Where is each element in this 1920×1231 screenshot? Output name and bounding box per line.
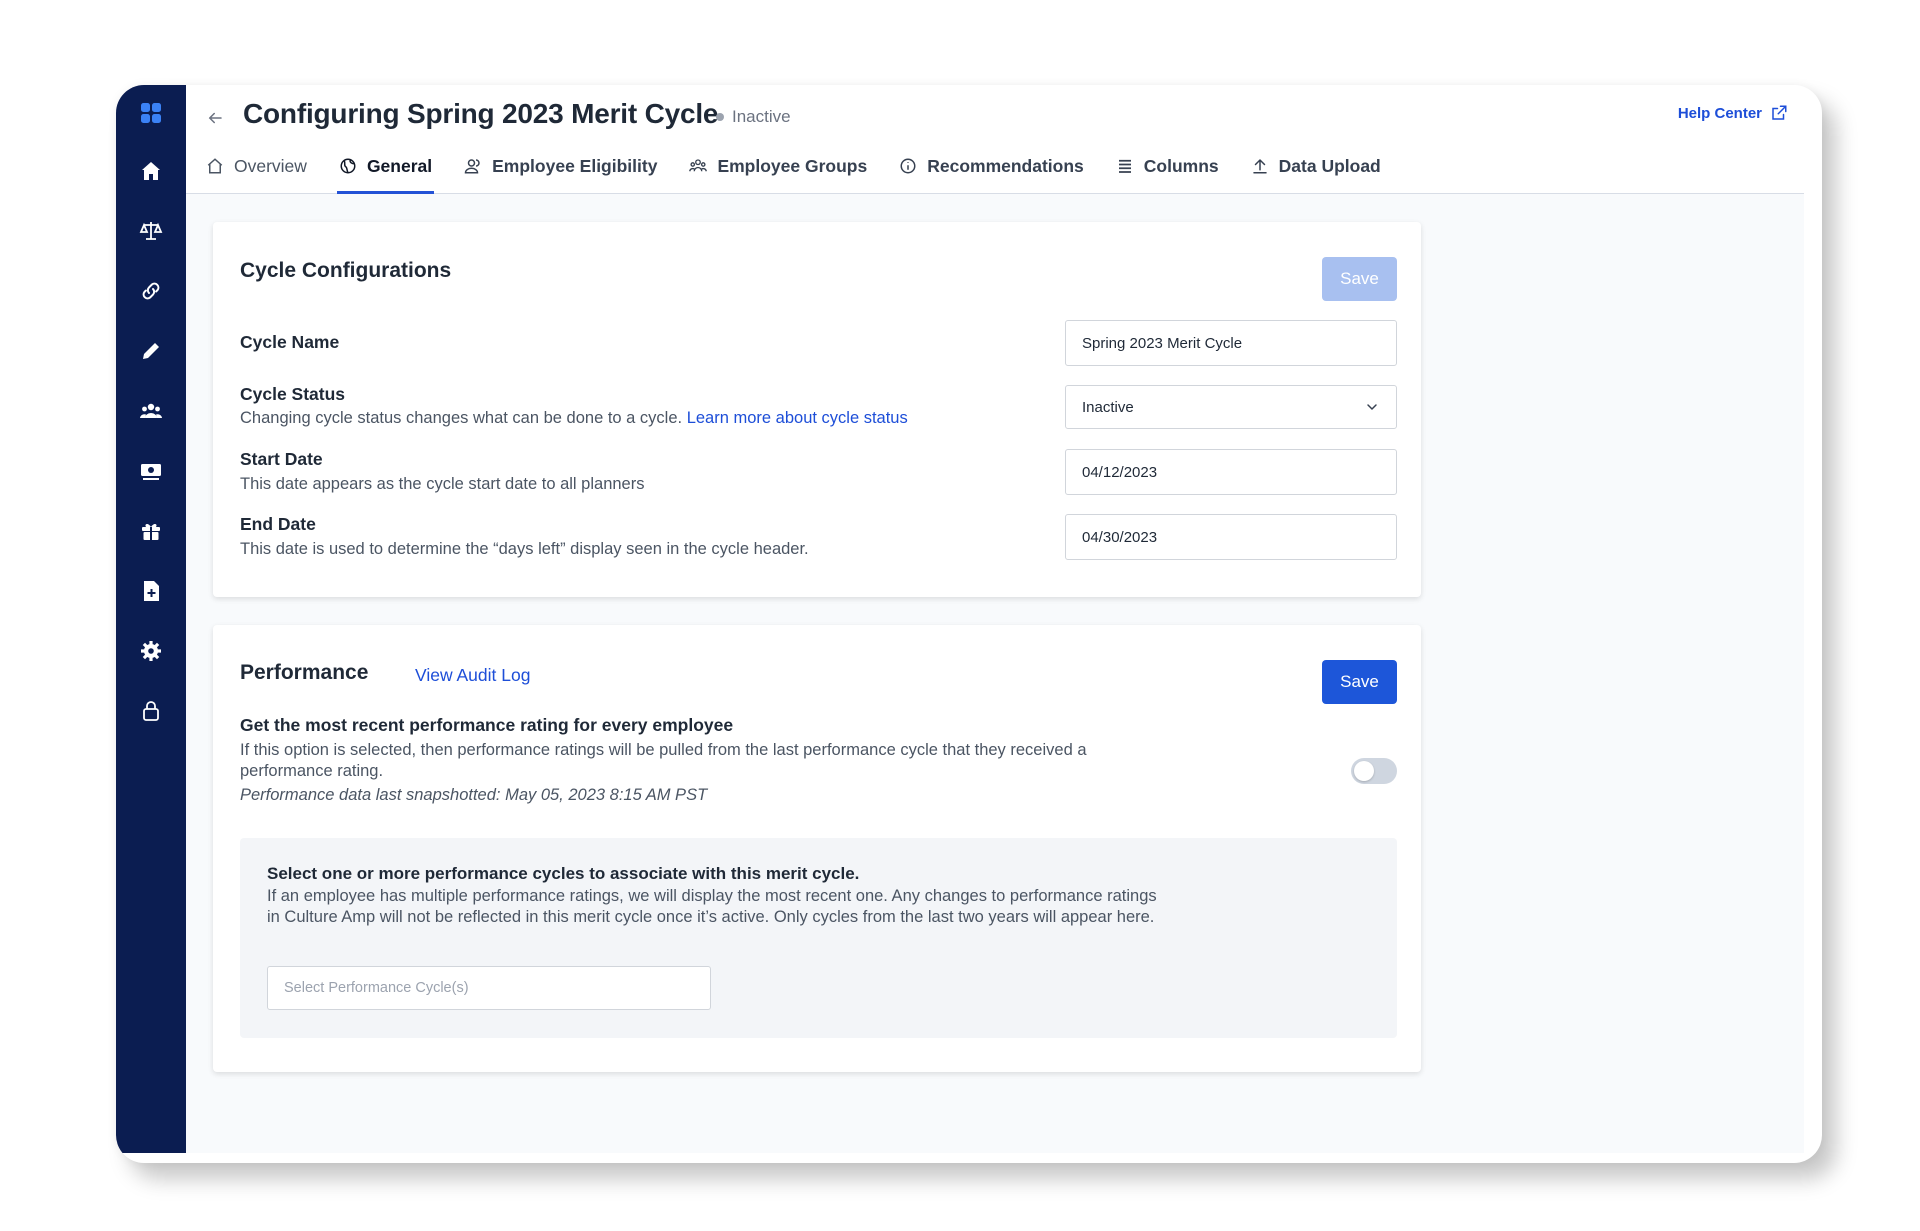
tab-data-upload[interactable]: Data Upload bbox=[1249, 141, 1383, 194]
cycle-name-input[interactable]: Spring 2023 Merit Cycle bbox=[1065, 320, 1397, 366]
grid-logo-icon[interactable] bbox=[133, 95, 169, 131]
gift-icon[interactable] bbox=[133, 513, 169, 549]
cycle-configurations-card: Cycle Configurations Save Cycle Name Spr… bbox=[213, 222, 1421, 597]
tab-columns[interactable]: Columns bbox=[1114, 141, 1221, 194]
sidebar bbox=[116, 85, 186, 1153]
tab-label: Employee Eligibility bbox=[492, 155, 658, 176]
users-icon bbox=[464, 159, 480, 174]
performance-card: Performance View Audit Log Save Get the … bbox=[213, 625, 1421, 1072]
help-center-link[interactable]: Help Center bbox=[1678, 104, 1788, 122]
tab-label: General bbox=[366, 155, 433, 176]
home-icon[interactable] bbox=[133, 153, 169, 189]
recent-rating-option-description: If this option is selected, then perform… bbox=[240, 741, 1087, 780]
cycle-name-value: Spring 2023 Merit Cycle bbox=[1082, 334, 1243, 352]
tab-label: Overview bbox=[234, 155, 307, 176]
end-date-label: End Date bbox=[240, 514, 316, 534]
team-icon[interactable] bbox=[133, 393, 169, 429]
cycle-status-value: Inactive bbox=[1082, 398, 1134, 416]
app-window: Configuring Spring 2023 Merit Cycle Inac… bbox=[116, 85, 1822, 1163]
cycle-status-description: Changing cycle status changes what can b… bbox=[240, 409, 908, 428]
cycle-configurations-title: Cycle Configurations bbox=[240, 259, 452, 282]
scales-icon[interactable] bbox=[133, 213, 169, 249]
page-title: Configuring Spring 2023 Merit Cycle bbox=[243, 98, 719, 129]
cycle-name-label: Cycle Name bbox=[240, 332, 340, 352]
cycle-status-label: Cycle Status bbox=[240, 384, 346, 404]
performance-title: Performance bbox=[240, 661, 369, 684]
tab-general[interactable]: General bbox=[336, 141, 435, 194]
tab-recommendations[interactable]: Recommendations bbox=[897, 141, 1086, 194]
start-date-description: This date appears as the cycle start dat… bbox=[240, 475, 645, 493]
start-date-input[interactable]: 04/12/2023 bbox=[1065, 449, 1397, 495]
link-icon[interactable] bbox=[133, 273, 169, 309]
page-header: Configuring Spring 2023 Merit Cycle Inac… bbox=[186, 85, 1804, 194]
view-audit-log-link[interactable]: View Audit Log bbox=[415, 665, 530, 686]
status-badge: Inactive bbox=[716, 107, 791, 127]
learn-more-cycle-status-link[interactable]: Learn more about cycle status bbox=[687, 409, 908, 427]
select-cycles-description: If an employee has multiple performance … bbox=[267, 887, 1157, 926]
tab-bar: Overview General Employee Eligibility Em… bbox=[204, 141, 1411, 194]
select-cycles-title: Select one or more performance cycles to… bbox=[267, 864, 860, 883]
status-text: Inactive bbox=[732, 107, 791, 126]
upload-icon bbox=[1252, 158, 1267, 174]
tab-employee-eligibility[interactable]: Employee Eligibility bbox=[462, 141, 659, 194]
groups-icon bbox=[689, 159, 708, 172]
end-date-input[interactable]: 04/30/2023 bbox=[1065, 514, 1397, 560]
home-outline-icon bbox=[207, 158, 223, 174]
main-area: Configuring Spring 2023 Merit Cycle Inac… bbox=[186, 85, 1804, 1153]
back-arrow-icon[interactable] bbox=[204, 107, 226, 129]
tab-label: Data Upload bbox=[1278, 155, 1381, 176]
help-center-label: Help Center bbox=[1677, 104, 1762, 122]
globe-icon bbox=[340, 158, 356, 174]
tab-label: Employee Groups bbox=[717, 155, 868, 176]
performance-cycle-selection-panel: Select one or more performance cycles to… bbox=[240, 838, 1397, 1038]
cycle-status-select[interactable]: Inactive bbox=[1065, 385, 1397, 429]
toggle-knob bbox=[1354, 761, 1374, 781]
tab-label: Recommendations bbox=[927, 155, 1084, 176]
gear-icon[interactable] bbox=[133, 633, 169, 669]
info-icon bbox=[900, 158, 916, 174]
lock-icon[interactable] bbox=[133, 693, 169, 729]
start-date-label: Start Date bbox=[240, 449, 323, 469]
add-document-icon[interactable] bbox=[133, 573, 169, 609]
external-link-icon bbox=[1772, 105, 1787, 120]
pencil-icon[interactable] bbox=[133, 333, 169, 369]
tab-label: Columns bbox=[1143, 155, 1219, 176]
tab-overview[interactable]: Overview bbox=[204, 141, 309, 194]
list-icon bbox=[1118, 159, 1131, 173]
end-date-value: 04/30/2023 bbox=[1082, 528, 1158, 546]
cycle-config-save-button[interactable]: Save bbox=[1322, 257, 1397, 301]
tab-employee-groups[interactable]: Employee Groups bbox=[687, 141, 869, 194]
recent-rating-option-label: Get the most recent performance rating f… bbox=[240, 715, 734, 735]
cash-icon[interactable] bbox=[133, 453, 169, 489]
performance-cycle-select-input[interactable] bbox=[267, 966, 711, 1010]
end-date-description: This date is used to determine the “days… bbox=[240, 540, 809, 558]
start-date-value: 04/12/2023 bbox=[1082, 463, 1158, 481]
performance-save-button[interactable]: Save bbox=[1322, 660, 1397, 704]
cycle-status-description-text: Changing cycle status changes what can b… bbox=[240, 409, 683, 427]
chevron-down-icon bbox=[1367, 404, 1377, 411]
recent-rating-toggle[interactable] bbox=[1351, 758, 1397, 784]
snapshot-timestamp: Performance data last snapshotted: May 0… bbox=[240, 786, 708, 804]
status-dot-icon bbox=[716, 113, 724, 121]
